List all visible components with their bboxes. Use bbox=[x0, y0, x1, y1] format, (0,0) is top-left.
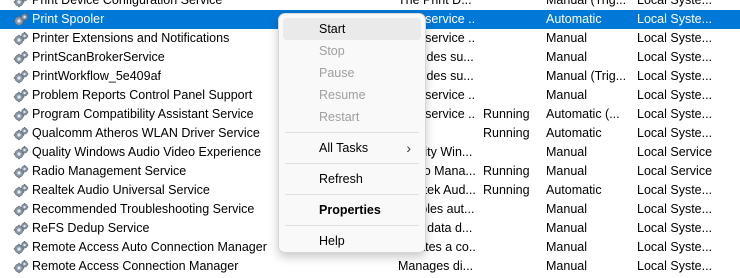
service-description: Manages di... bbox=[398, 259, 474, 273]
service-startup-type: Manual bbox=[546, 221, 587, 235]
menu-separator bbox=[285, 194, 419, 195]
context-menu: Start Stop Pause Resume Restart All Task… bbox=[278, 13, 426, 253]
gear-icon bbox=[13, 238, 31, 257]
menu-item-all-tasks[interactable]: All Tasks › bbox=[283, 137, 421, 159]
service-log-on-as: Local Syste... bbox=[637, 202, 713, 216]
menu-item-stop[interactable]: Stop bbox=[283, 40, 421, 62]
service-log-on-as: Local Syste... bbox=[637, 259, 713, 273]
menu-separator bbox=[285, 163, 419, 164]
service-startup-type: Manual bbox=[546, 145, 587, 159]
gear-icon bbox=[13, 0, 31, 10]
service-log-on-as: Local Syste... bbox=[637, 88, 713, 102]
gear-icon bbox=[13, 200, 31, 219]
service-startup-type: Manual (Trig... bbox=[546, 69, 627, 83]
service-name: Print Spooler bbox=[32, 12, 105, 26]
menu-item-all-tasks-label: All Tasks bbox=[319, 141, 369, 155]
menu-item-restart[interactable]: Restart bbox=[283, 106, 421, 128]
service-name: ReFS Dedup Service bbox=[32, 221, 150, 235]
service-name: Quality Windows Audio Video Experience bbox=[32, 145, 262, 159]
service-startup-type: Automatic bbox=[546, 126, 602, 140]
service-name: Program Compatibility Assistant Service bbox=[32, 107, 254, 121]
service-log-on-as: Local Syste... bbox=[637, 69, 713, 83]
gear-icon bbox=[13, 86, 31, 105]
service-name: Remote Access Connection Manager bbox=[32, 259, 239, 273]
service-name: PrintScanBrokerService bbox=[32, 50, 165, 64]
menu-item-pause[interactable]: Pause bbox=[283, 62, 421, 84]
service-status: Running bbox=[483, 183, 530, 197]
service-startup-type: Manual bbox=[546, 31, 587, 45]
service-startup-type: Manual (Trig... bbox=[546, 0, 627, 7]
service-startup-type: Manual bbox=[546, 259, 587, 273]
service-startup-type: Manual bbox=[546, 202, 587, 216]
service-log-on-as: Local Service bbox=[637, 164, 713, 178]
service-name: Recommended Troubleshooting Service bbox=[32, 202, 255, 216]
service-name: Radio Management Service bbox=[32, 164, 187, 178]
gear-icon bbox=[13, 162, 31, 181]
service-startup-type: Automatic bbox=[546, 12, 602, 26]
service-status: Running bbox=[483, 107, 530, 121]
menu-item-properties[interactable]: Properties bbox=[283, 199, 421, 221]
service-startup-type: Manual bbox=[546, 164, 587, 178]
service-status: Running bbox=[483, 126, 530, 140]
gear-icon bbox=[13, 181, 31, 200]
service-log-on-as: Local Service bbox=[637, 145, 713, 159]
service-row[interactable]: Print Device Configuration Service The Pr… bbox=[0, 0, 740, 10]
service-name: PrintWorkflow_5e409af bbox=[32, 69, 162, 83]
menu-item-refresh[interactable]: Refresh bbox=[283, 168, 421, 190]
service-name: Remote Access Auto Connection Manager bbox=[32, 240, 267, 254]
gear-icon bbox=[13, 105, 31, 124]
gear-icon bbox=[13, 124, 31, 143]
service-startup-type: Manual bbox=[546, 50, 587, 64]
service-startup-type: Manual bbox=[546, 88, 587, 102]
service-status: Running bbox=[483, 164, 530, 178]
service-name: Problem Reports Control Panel Support bbox=[32, 88, 253, 102]
service-log-on-as: Local Syste... bbox=[637, 0, 713, 7]
service-log-on-as: Local Syste... bbox=[637, 31, 713, 45]
menu-item-start[interactable]: Start bbox=[283, 18, 421, 40]
service-startup-type: Automatic bbox=[546, 183, 602, 197]
service-log-on-as: Local Syste... bbox=[637, 126, 713, 140]
menu-item-resume[interactable]: Resume bbox=[283, 84, 421, 106]
service-name: Realtek Audio Universal Service bbox=[32, 183, 210, 197]
menu-separator bbox=[285, 225, 419, 226]
service-description: The Print D... bbox=[398, 0, 472, 7]
service-startup-type: Manual bbox=[546, 240, 587, 254]
service-name: Print Device Configuration Service bbox=[32, 0, 223, 7]
service-name: Printer Extensions and Notifications bbox=[32, 31, 230, 45]
service-row[interactable]: Remote Access Connection Manager Manages … bbox=[0, 257, 740, 276]
gear-icon bbox=[13, 257, 31, 276]
service-name: Qualcomm Atheros WLAN Driver Service bbox=[32, 126, 260, 140]
service-log-on-as: Local Syste... bbox=[637, 107, 713, 121]
service-startup-type: Automatic (... bbox=[546, 107, 620, 121]
service-log-on-as: Local Syste... bbox=[637, 50, 713, 64]
gear-icon bbox=[13, 29, 31, 48]
service-log-on-as: Local Syste... bbox=[637, 240, 713, 254]
gear-icon bbox=[13, 10, 31, 29]
service-log-on-as: Local Syste... bbox=[637, 183, 713, 197]
chevron-right-icon: › bbox=[406, 140, 411, 156]
gear-icon bbox=[13, 219, 31, 238]
menu-separator bbox=[285, 132, 419, 133]
service-log-on-as: Local Syste... bbox=[637, 221, 713, 235]
gear-icon bbox=[13, 67, 31, 86]
gear-icon bbox=[13, 48, 31, 67]
gear-icon bbox=[13, 143, 31, 162]
menu-item-help[interactable]: Help bbox=[283, 230, 421, 252]
service-log-on-as: Local Syste... bbox=[637, 12, 713, 26]
